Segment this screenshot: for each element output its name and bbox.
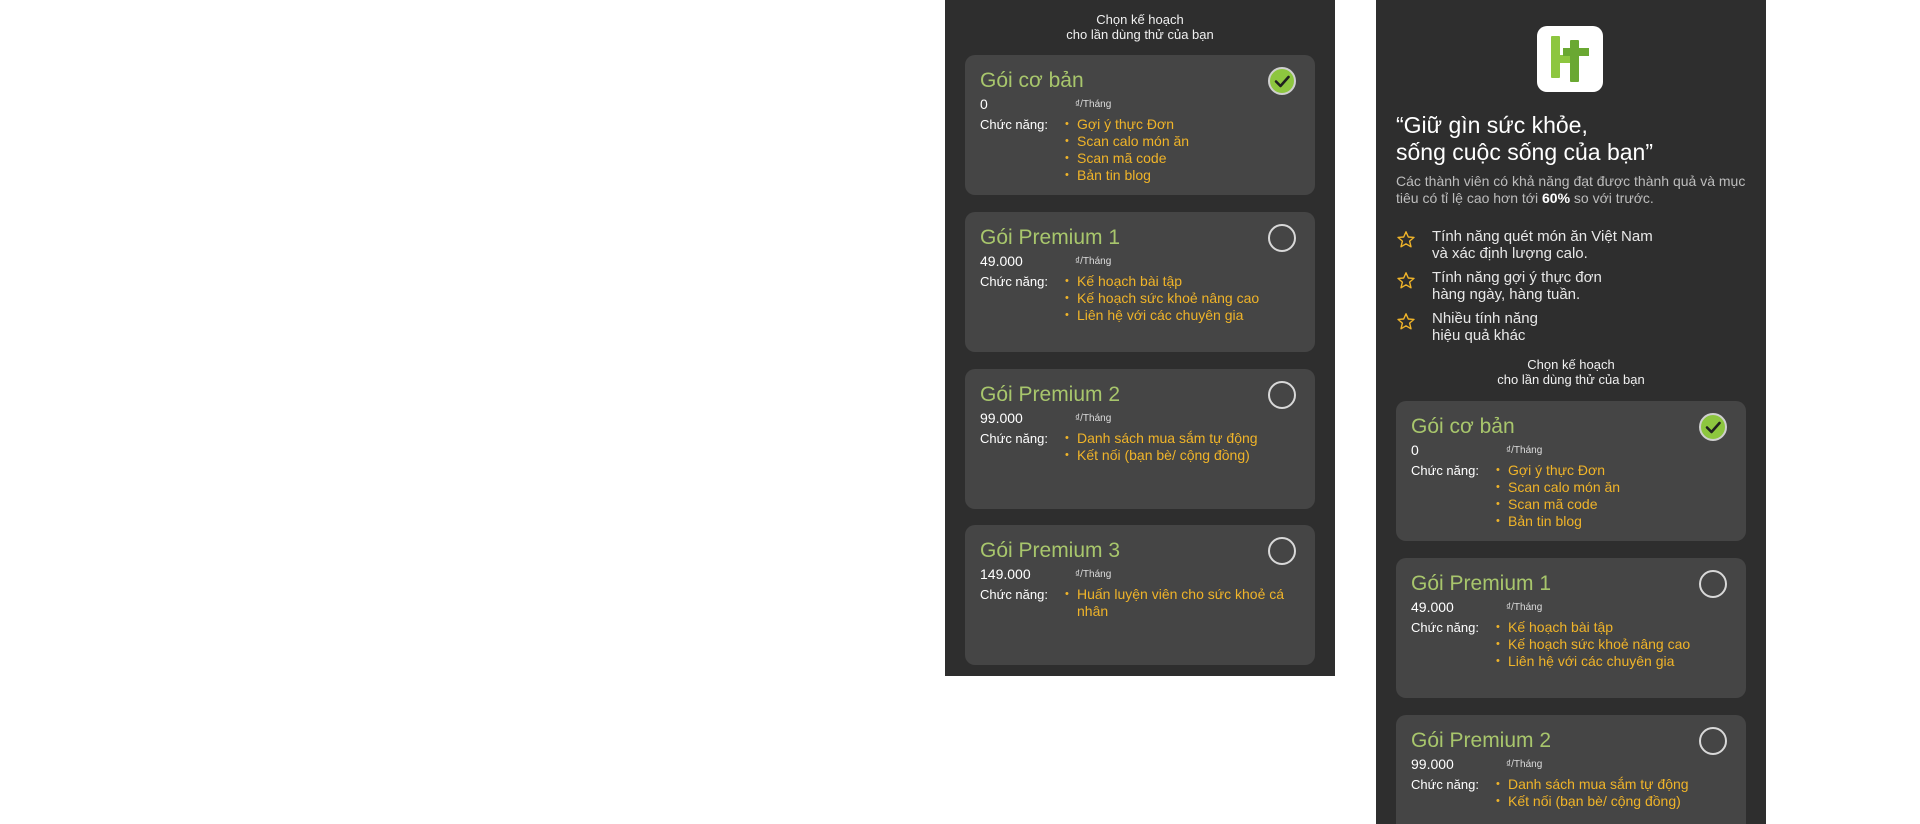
hero-quote-line1: “Giữ gìn sức khỏe, <box>1396 112 1588 138</box>
star-hand-icon <box>1397 231 1415 248</box>
plan-price: 0 <box>980 96 988 112</box>
plan-feature: Gợi ý thực Đơn <box>1496 462 1736 479</box>
plan-feature: Kết nối (bạn bè/ cộng đồng) <box>1065 447 1305 464</box>
hero-desc-part2: so với trước. <box>1570 190 1654 206</box>
plan-title: Gói Premium 2 <box>1411 729 1552 752</box>
plan-price-unit: ₫/Tháng <box>1506 445 1543 456</box>
plan-card-premium-2[interactable]: Gói Premium 2 99.000 ₫/Tháng Chức năng: … <box>965 369 1315 509</box>
plan-panel-right: “Giữ gìn sức khỏe, sống cuộc sống của bạ… <box>1376 0 1766 824</box>
plan-feature: Gợi ý thực Đơn <box>1065 116 1305 133</box>
plan-feature: Scan mã code <box>1496 496 1736 513</box>
plan-select-radio[interactable] <box>1699 570 1727 598</box>
app-logo-icon <box>1551 36 1589 82</box>
plan-feature: Kế hoạch bài tập <box>1065 273 1305 290</box>
plan-feature: Kế hoạch sức khoẻ nâng cao <box>1496 636 1736 653</box>
plan-title: Gói Premium 1 <box>980 226 1121 249</box>
plan-feature: Scan calo món ăn <box>1496 479 1736 496</box>
benefit-item: Tính năng gợi ý thực đơn hàng ngày, hàng… <box>1396 269 1746 305</box>
benefit-line2: hiệu quả khác <box>1432 327 1526 344</box>
plan-price-unit: ₫/Tháng <box>1075 256 1112 267</box>
plan-features-label: Chức năng: <box>1411 463 1479 478</box>
choose-plan-line2: cho lần dùng thử của bạn <box>1066 27 1214 42</box>
plan-features-label: Chức năng: <box>1411 777 1479 792</box>
hero-quote-line2: sống cuộc sống của bạn” <box>1396 139 1654 165</box>
plan-features-label: Chức năng: <box>980 431 1048 446</box>
plan-feature: Kế hoạch bài tập <box>1496 619 1736 636</box>
plan-feature: Bản tin blog <box>1065 167 1305 184</box>
plan-card-basic[interactable]: Gói cơ bản 0 ₫/Tháng Chức năng: Gợi ý th… <box>965 55 1315 195</box>
check-circle-icon <box>1274 75 1290 88</box>
choose-plan-heading: Chọn kế hoạch cho lần dùng thử của bạn <box>945 12 1335 42</box>
plan-panel-left: Chọn kế hoạch cho lần dùng thử của bạn G… <box>945 0 1335 676</box>
plan-select-radio[interactable] <box>1268 67 1296 95</box>
plan-title: Gói Premium 2 <box>980 383 1121 406</box>
plan-feature: Scan mã code <box>1065 150 1305 167</box>
choose-plan-line1: Chọn kế hoạch <box>1527 357 1615 372</box>
plan-feature: Liên hệ với các chuyên gia <box>1065 307 1305 324</box>
plan-title: Gói Premium 1 <box>1411 572 1552 595</box>
plan-card-premium-1[interactable]: Gói Premium 1 49.000 ₫/Tháng Chức năng: … <box>1396 558 1746 698</box>
plan-feature: Bản tin blog <box>1496 513 1736 530</box>
plan-price: 99.000 <box>1411 756 1454 772</box>
benefit-line2: và xác định lượng calo. <box>1432 245 1588 262</box>
plan-features-label: Chức năng: <box>1411 620 1479 635</box>
plan-price: 99.000 <box>980 410 1023 426</box>
plan-select-radio[interactable] <box>1268 537 1296 565</box>
plan-features-list: Kế hoạch bài tập Kế hoạch sức khoẻ nâng … <box>1065 273 1305 324</box>
choose-plan-line1: Chọn kế hoạch <box>1096 12 1184 27</box>
plan-price-unit: ₫/Tháng <box>1075 413 1112 424</box>
plan-features-list: Danh sách mua sắm tự động Kết nối (bạn b… <box>1065 430 1305 464</box>
plan-select-radio[interactable] <box>1699 413 1727 441</box>
choose-plan-heading: Chọn kế hoạch cho lần dùng thử của bạn <box>1376 357 1766 387</box>
benefit-line1: Nhiều tính năng <box>1432 310 1538 327</box>
plan-price-unit: ₫/Tháng <box>1075 569 1112 580</box>
star-hand-icon <box>1397 272 1415 289</box>
plan-feature: Danh sách mua sắm tự động <box>1065 430 1305 447</box>
star-hand-icon <box>1397 313 1415 330</box>
plan-feature: Huấn luyện viên cho sức khoẻ cá nhân <box>1065 586 1305 620</box>
plan-price-unit: ₫/Tháng <box>1075 99 1112 110</box>
plan-price: 0 <box>1411 442 1419 458</box>
hero-description: Các thành viên có khả năng đạt được thàn… <box>1396 173 1751 207</box>
plan-features-list: Kế hoạch bài tập Kế hoạch sức khoẻ nâng … <box>1496 619 1736 670</box>
plan-price: 49.000 <box>980 253 1023 269</box>
plan-feature: Scan calo món ăn <box>1065 133 1305 150</box>
plan-title: Gói Premium 3 <box>980 539 1121 562</box>
plan-features-label: Chức năng: <box>980 587 1048 602</box>
plan-price: 49.000 <box>1411 599 1454 615</box>
plan-feature: Liên hệ với các chuyên gia <box>1496 653 1736 670</box>
plan-select-radio[interactable] <box>1268 381 1296 409</box>
choose-plan-line2: cho lần dùng thử của bạn <box>1497 372 1645 387</box>
plan-title: Gói cơ bản <box>980 69 1084 92</box>
hero-quote: “Giữ gìn sức khỏe, sống cuộc sống của bạ… <box>1396 112 1653 166</box>
benefit-item: Tính năng quét món ăn Việt Nam và xác đị… <box>1396 228 1746 264</box>
plan-features-list: Huấn luyện viên cho sức khoẻ cá nhân <box>1065 586 1305 620</box>
plan-feature: Danh sách mua sắm tự động <box>1496 776 1736 793</box>
plan-feature: Kết nối (bạn bè/ cộng đồng) <box>1496 793 1736 810</box>
plan-feature: Kế hoạch sức khoẻ nâng cao <box>1065 290 1305 307</box>
plan-select-radio[interactable] <box>1699 727 1727 755</box>
plan-features-list: Danh sách mua sắm tự động Kết nối (bạn b… <box>1496 776 1736 810</box>
benefit-line1: Tính năng gợi ý thực đơn <box>1432 269 1602 286</box>
plan-select-radio[interactable] <box>1268 224 1296 252</box>
plan-title: Gói cơ bản <box>1411 415 1515 438</box>
benefit-item: Nhiều tính năng hiệu quả khác <box>1396 310 1746 346</box>
plan-card-premium-1[interactable]: Gói Premium 1 49.000 ₫/Tháng Chức năng: … <box>965 212 1315 352</box>
hero-desc-highlight: 60% <box>1542 190 1571 206</box>
plan-price-unit: ₫/Tháng <box>1506 602 1543 613</box>
plan-features-label: Chức năng: <box>980 117 1048 132</box>
plan-card-premium-2[interactable]: Gói Premium 2 99.000 ₫/Tháng Chức năng: … <box>1396 715 1746 824</box>
benefit-line1: Tính năng quét món ăn Việt Nam <box>1432 228 1653 245</box>
plan-features-list: Gợi ý thực Đơn Scan calo món ăn Scan mã … <box>1496 462 1736 530</box>
plan-price: 149.000 <box>980 566 1031 582</box>
plan-card-basic[interactable]: Gói cơ bản 0 ₫/Tháng Chức năng: Gợi ý th… <box>1396 401 1746 541</box>
app-logo <box>1537 26 1603 92</box>
benefit-line2: hàng ngày, hàng tuần. <box>1432 286 1581 303</box>
plan-features-list: Gợi ý thực Đơn Scan calo món ăn Scan mã … <box>1065 116 1305 184</box>
plan-price-unit: ₫/Tháng <box>1506 759 1543 770</box>
plan-features-label: Chức năng: <box>980 274 1048 289</box>
plan-card-premium-3[interactable]: Gói Premium 3 149.000 ₫/Tháng Chức năng:… <box>965 525 1315 665</box>
check-circle-icon <box>1705 421 1721 434</box>
